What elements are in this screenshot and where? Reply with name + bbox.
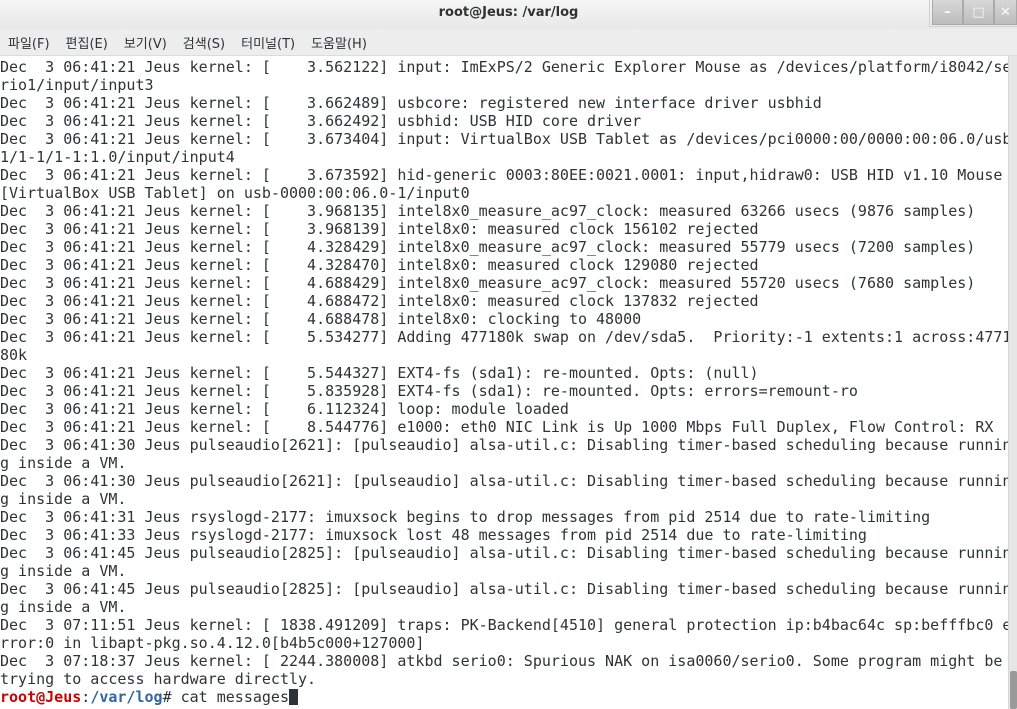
log-line: Dec 3 06:41:21 Jeus kernel: [ 3.673404] … [0, 130, 1008, 148]
log-line: 1/1-1/1-1:1.0/input/input4 [0, 148, 235, 166]
prompt-path: /var/log [90, 688, 163, 706]
menu-view[interactable]: 보기(V) [124, 33, 167, 52]
prompt-separator: : [81, 688, 91, 706]
vertical-scrollbar[interactable] [1008, 56, 1017, 709]
log-line: Dec 3 06:41:21 Jeus kernel: [ 3.968135] … [0, 202, 976, 220]
terminal-lines: Dec 3 06:41:21 Jeus kernel: [ 3.562122] … [0, 58, 1008, 688]
prompt-line[interactable]: root@Jeus:/var/log# cat messages [0, 688, 1008, 706]
menu-bar: 파일(F) 편집(E) 보기(V) 검색(S) 터미널(T) 도움말(H) [0, 29, 1017, 56]
log-line: Dec 3 06:41:21 Jeus kernel: [ 3.562122] … [0, 58, 1008, 76]
title-bar[interactable]: root@Jeus: /var/log – □ ✕ [0, 0, 1017, 29]
maximize-icon: □ [972, 4, 985, 20]
log-line: Dec 3 06:41:31 Jeus rsyslogd-2177: imuxs… [0, 508, 931, 526]
log-line: Dec 3 06:41:21 Jeus kernel: [ 3.662492] … [0, 112, 642, 130]
log-line: Dec 3 06:41:21 Jeus kernel: [ 3.673592] … [0, 166, 1003, 184]
log-line: g inside a VM. [0, 562, 127, 580]
close-button[interactable]: ✕ [994, 0, 1017, 25]
menu-edit[interactable]: 편집(E) [66, 33, 108, 52]
log-line: Dec 3 06:41:21 Jeus kernel: [ 3.968139] … [0, 220, 759, 238]
menu-search[interactable]: 검색(S) [183, 33, 225, 52]
log-line: Dec 3 06:41:45 Jeus pulseaudio[2825]: [p… [0, 544, 1008, 562]
log-line: g inside a VM. [0, 598, 127, 616]
window-title: root@Jeus: /var/log [438, 5, 579, 20]
log-line: Dec 3 06:41:21 Jeus kernel: [ 5.534277] … [0, 328, 1008, 346]
log-line: Dec 3 06:41:21 Jeus kernel: [ 6.112324] … [0, 400, 569, 418]
log-line: Dec 3 06:41:21 Jeus kernel: [ 4.328470] … [0, 256, 759, 274]
log-line: trying to access hardware directly. [0, 670, 317, 688]
minimize-button[interactable]: – [932, 0, 963, 25]
maximize-button[interactable]: □ [963, 0, 994, 25]
command-input[interactable]: cat messages [181, 688, 289, 706]
log-line: 80k [0, 346, 28, 364]
log-line: [VirtualBox USB Tablet] on usb-0000:00:0… [0, 184, 470, 202]
log-line: Dec 3 06:41:21 Jeus kernel: [ 5.544327] … [0, 364, 759, 382]
log-line: rror:0 in libapt-pkg.so.4.12.0[b4b5c000+… [0, 634, 425, 652]
log-line: Dec 3 07:18:37 Jeus kernel: [ 2244.38000… [0, 652, 1008, 670]
prompt-user-host: root@Jeus [0, 688, 82, 706]
log-line: Dec 3 06:41:21 Jeus kernel: [ 4.688472] … [0, 292, 759, 310]
log-line: Dec 3 06:41:33 Jeus rsyslogd-2177: imuxs… [0, 526, 867, 544]
log-line: rio1/input/input3 [0, 76, 154, 94]
text-cursor [289, 689, 298, 705]
menu-file[interactable]: 파일(F) [8, 33, 50, 52]
log-line: Dec 3 06:41:30 Jeus pulseaudio[2621]: [p… [0, 472, 1008, 490]
prompt-symbol: # [162, 688, 181, 706]
menu-terminal[interactable]: 터미널(T) [241, 33, 295, 52]
minimize-icon: – [944, 4, 951, 20]
log-line: Dec 3 06:41:21 Jeus kernel: [ 3.662489] … [0, 94, 822, 112]
log-line: Dec 3 06:41:30 Jeus pulseaudio[2621]: [p… [0, 436, 1008, 454]
menu-help[interactable]: 도움말(H) [311, 33, 367, 52]
terminal-output[interactable]: Dec 3 06:41:21 Jeus kernel: [ 3.562122] … [0, 58, 1008, 709]
log-line: Dec 3 06:41:21 Jeus kernel: [ 8.544776] … [0, 418, 994, 436]
scrollbar-thumb[interactable] [1010, 671, 1017, 709]
log-line: Dec 3 06:41:21 Jeus kernel: [ 5.835928] … [0, 382, 858, 400]
log-line: g inside a VM. [0, 454, 127, 472]
log-line: Dec 3 06:41:21 Jeus kernel: [ 4.688478] … [0, 310, 642, 328]
log-line: Dec 3 07:11:51 Jeus kernel: [ 1838.49120… [0, 616, 1008, 634]
log-line: Dec 3 06:41:21 Jeus kernel: [ 4.688429] … [0, 274, 976, 292]
log-line: Dec 3 06:41:45 Jeus pulseaudio[2825]: [p… [0, 580, 1008, 598]
log-line: g inside a VM. [0, 490, 127, 508]
log-line: Dec 3 06:41:21 Jeus kernel: [ 4.328429] … [0, 238, 976, 256]
close-icon: ✕ [1000, 4, 1011, 20]
